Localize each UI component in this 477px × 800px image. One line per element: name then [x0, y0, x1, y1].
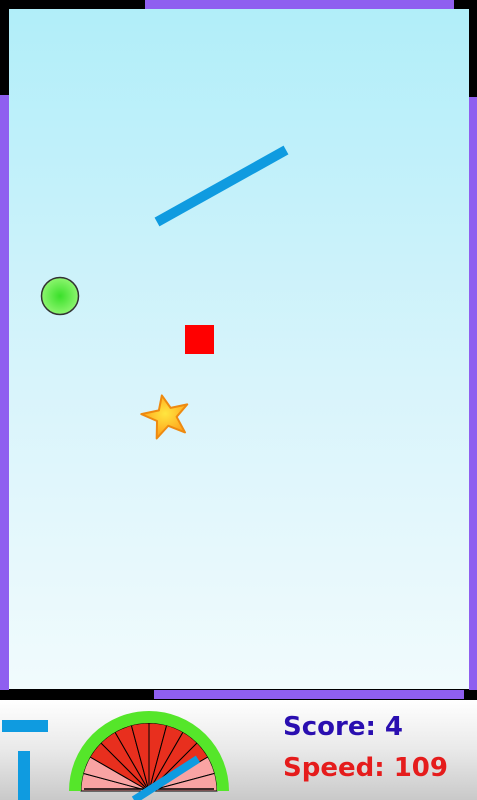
speed-label: Speed:: [283, 753, 385, 783]
left-wall: [0, 95, 9, 690]
speed-value: 109: [393, 753, 448, 783]
speed-gauge: [69, 711, 229, 800]
top-wall: [145, 0, 454, 9]
score-display: Score: 4: [283, 712, 403, 742]
right-wall: [469, 97, 477, 690]
bottom-wall: [154, 690, 464, 699]
ball-icon[interactable]: [40, 276, 80, 316]
hud-bar: Score: 4 Speed: 109: [0, 700, 477, 800]
paddle-icon[interactable]: [9, 9, 469, 689]
speed-display: Speed: 109: [283, 753, 448, 783]
score-value: 4: [384, 712, 404, 742]
red-block-icon: [185, 325, 214, 354]
playfield[interactable]: [9, 9, 469, 689]
score-label: Score:: [283, 712, 376, 742]
star-icon[interactable]: [134, 381, 194, 441]
paddle-indicator-icon: [2, 720, 48, 800]
